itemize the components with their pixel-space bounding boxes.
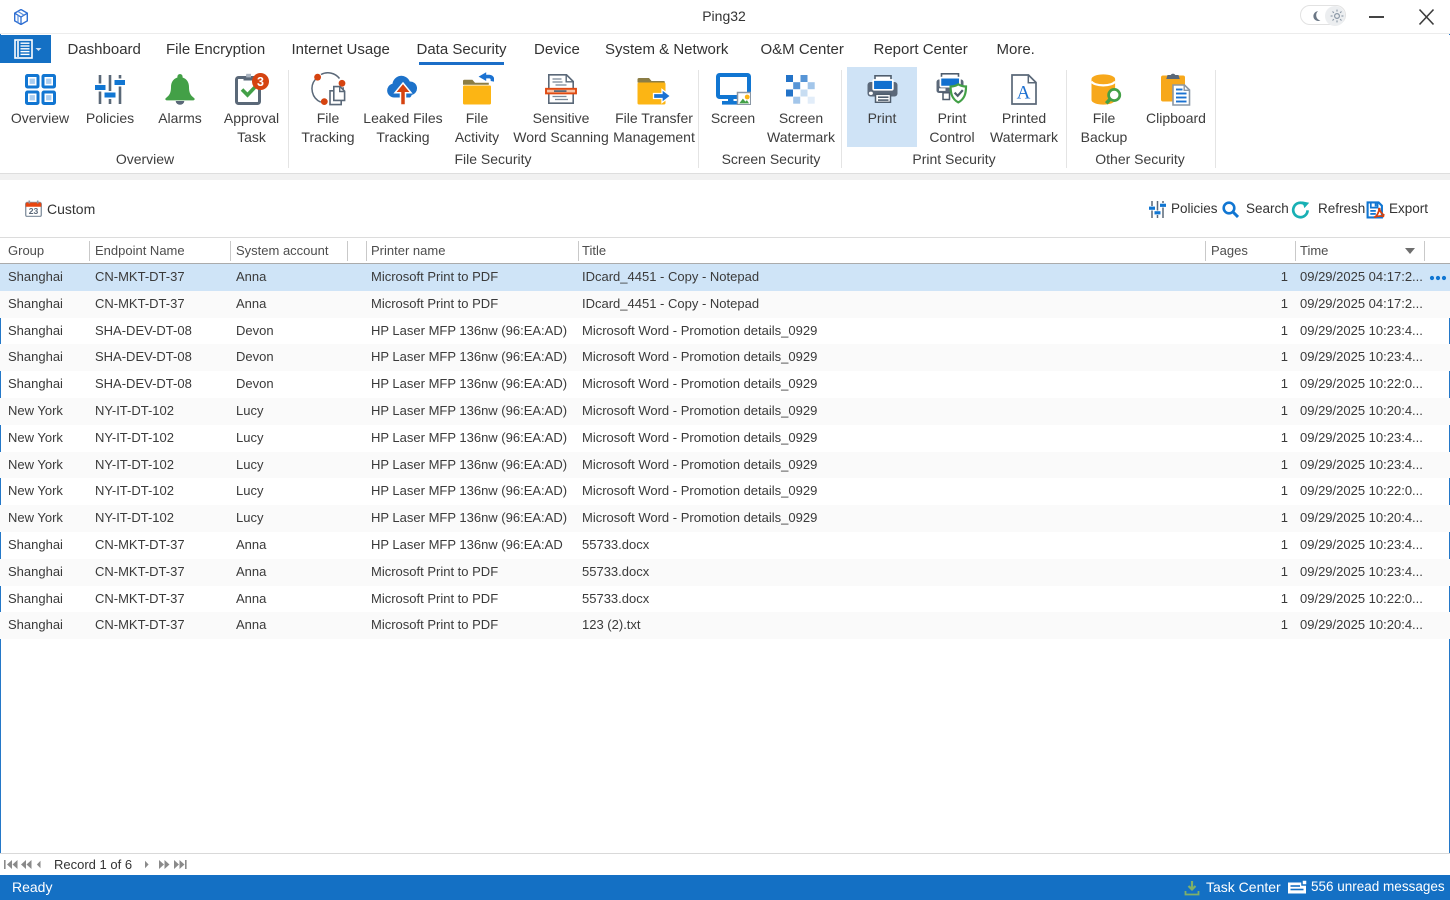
svg-text:3: 3 (257, 75, 264, 89)
svg-text:A: A (1017, 82, 1031, 103)
